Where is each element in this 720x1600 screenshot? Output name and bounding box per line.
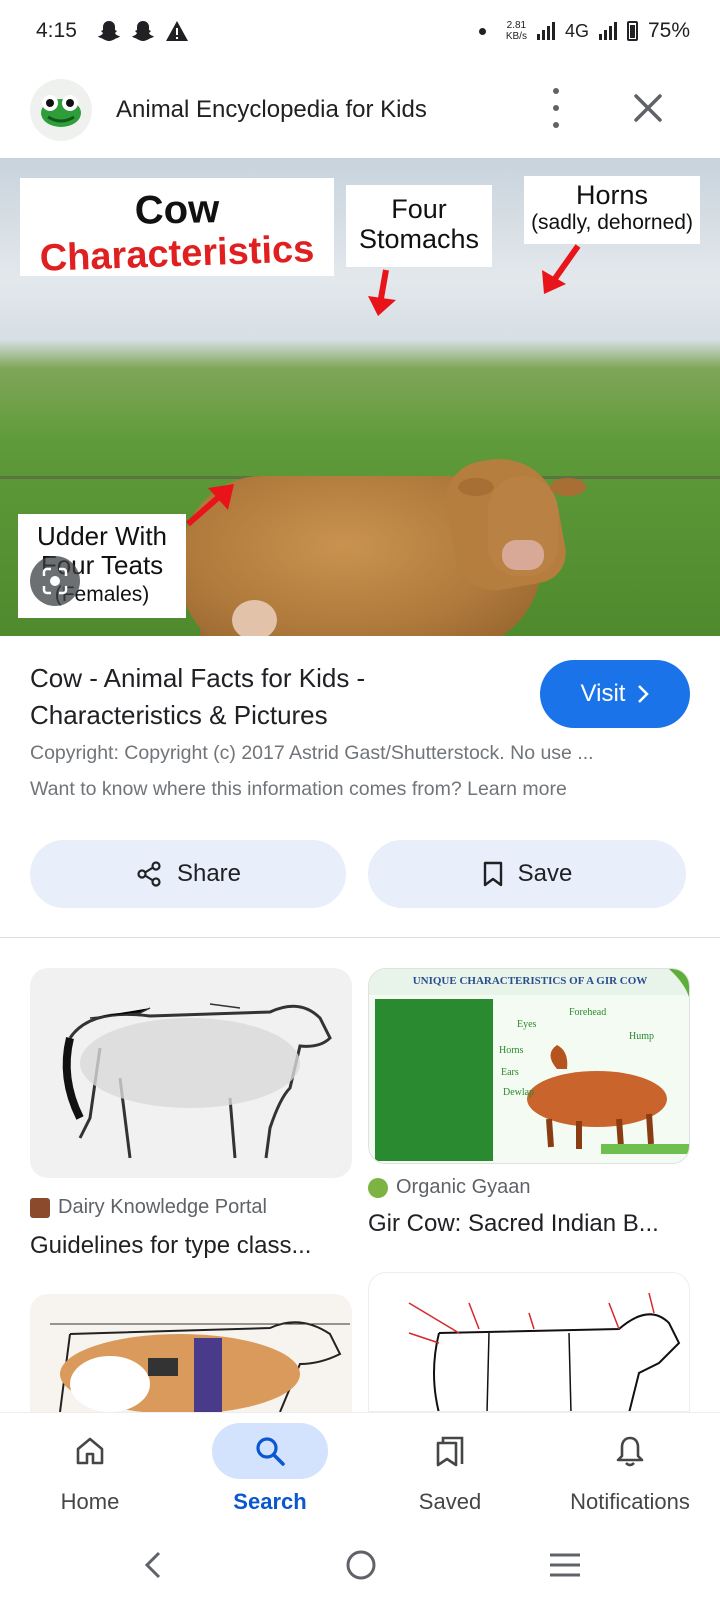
image-title-label: Cow Characteristics (20, 178, 334, 280)
related-source: Organic Gyaan (368, 1176, 531, 1199)
nav-home[interactable]: Home (0, 1413, 180, 1523)
source-favicon-icon (30, 1197, 50, 1218)
snapchat-icon (97, 21, 120, 41)
source-favicon-icon (368, 1177, 388, 1198)
more-options-button[interactable] (546, 88, 566, 128)
related-title[interactable]: Gir Cow: Sacred Indian B... (368, 1210, 659, 1238)
home-icon (76, 1437, 104, 1465)
image-label: Hump (629, 1031, 654, 1042)
system-home-button[interactable] (336, 1540, 386, 1590)
network-type: 4G (564, 20, 589, 41)
divider (0, 937, 720, 938)
search-icon (256, 1437, 285, 1466)
bottom-navigation: Home Search Saved Notifications (0, 1412, 720, 1522)
page-title: Animal Encyclopedia for Kids (116, 96, 427, 123)
image-heading: UNIQUE CHARACTERISTICS OF A GIR COW (412, 975, 648, 987)
status-time: 4:15 (36, 19, 77, 42)
related-image[interactable] (30, 968, 352, 1178)
close-icon (634, 94, 662, 122)
related-image[interactable] (368, 1272, 690, 1412)
arrow-icon (368, 269, 396, 316)
back-icon (144, 1551, 161, 1579)
stomach-label: Four Stomachs (346, 185, 492, 267)
warning-icon (165, 21, 188, 41)
snapchat-icon (131, 21, 154, 41)
image-label: Dewlap (503, 1087, 535, 1098)
recents-icon (550, 1553, 580, 1577)
saved-icon (436, 1436, 464, 1467)
dot-indicator (478, 27, 486, 35)
home-circle-icon (346, 1550, 376, 1580)
related-image[interactable]: UNIQUE CHARACTERISTICS OF A GIR COW Fore… (368, 968, 690, 1164)
save-button[interactable]: Save (368, 840, 686, 908)
signal-icon (598, 22, 617, 40)
bell-icon (616, 1436, 644, 1467)
arrow-icon (542, 244, 581, 294)
app-header: Animal Encyclopedia for Kids (0, 70, 720, 150)
system-recents-button[interactable] (540, 1540, 590, 1590)
status-bar: 4:15 2.81 KB/s 4G 75% (0, 0, 720, 62)
related-image[interactable] (30, 1294, 352, 1412)
horns-label: Horns (sadly, dehorned) (524, 176, 700, 244)
system-navigation (0, 1530, 720, 1600)
share-button[interactable]: Share (30, 840, 346, 908)
nav-saved[interactable]: Saved (360, 1413, 540, 1523)
learn-more-link[interactable]: Want to know where this information come… (30, 778, 567, 801)
image-label: Forehead (569, 1007, 607, 1018)
bookmark-icon (483, 861, 502, 887)
copyright-text: Copyright: Copyright (c) 2017 Astrid Gas… (30, 742, 594, 764)
close-button[interactable] (628, 88, 668, 128)
nav-notifications[interactable]: Notifications (540, 1413, 720, 1523)
related-source: Dairy Knowledge Portal (30, 1196, 267, 1219)
signal-icon (536, 22, 555, 40)
chevron-right-icon (638, 685, 650, 703)
network-speed: 2.81 KB/s (505, 20, 527, 42)
share-icon (137, 861, 161, 887)
result-title[interactable]: Cow - Animal Facts for Kids - Characteri… (30, 660, 500, 734)
visit-button[interactable]: Visit (540, 660, 690, 728)
system-back-button[interactable] (128, 1540, 178, 1590)
more-vert-icon (553, 88, 559, 94)
related-title[interactable]: Guidelines for type class... (30, 1232, 311, 1260)
battery-icon (626, 21, 638, 41)
lens-icon (42, 567, 68, 595)
app-logo-icon (30, 79, 92, 141)
nav-search[interactable]: Search (180, 1413, 360, 1523)
image-label: Eyes (517, 1019, 537, 1030)
battery-percent: 75% (647, 19, 690, 42)
arrow-icon (186, 484, 234, 527)
lens-button[interactable] (30, 556, 80, 606)
image-label: Horns (499, 1045, 524, 1056)
image-label: Ears (501, 1067, 519, 1078)
